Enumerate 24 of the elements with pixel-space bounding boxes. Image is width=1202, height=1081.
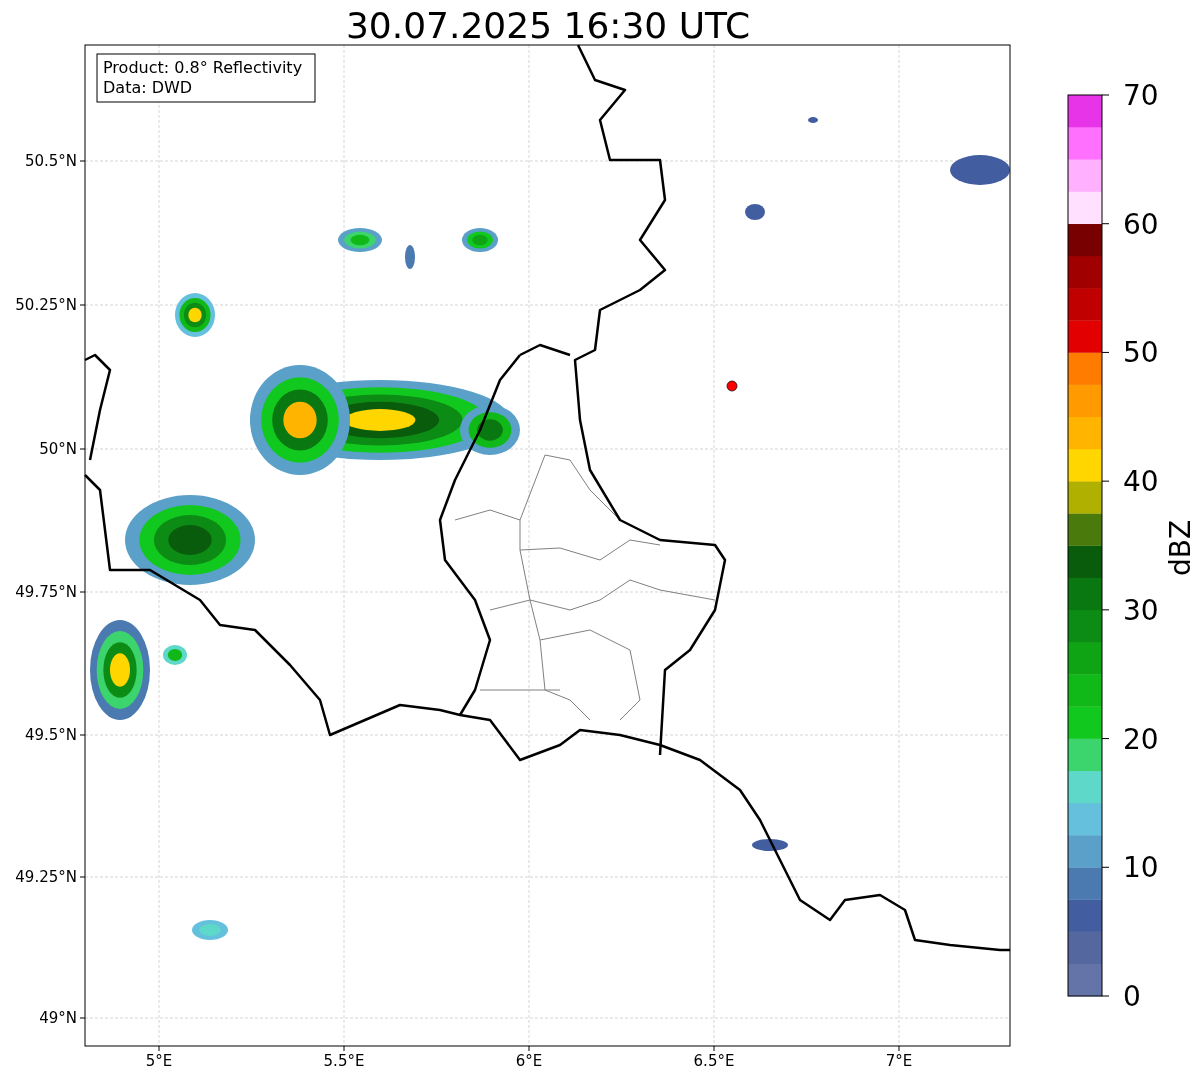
- colorbar-label: dBZ: [1164, 519, 1197, 577]
- colorbar-tick-label: 20: [1123, 722, 1159, 756]
- chart-title: 30.07.2025 16:30 UTC: [345, 5, 751, 46]
- axis-tick-label: 50°N: [39, 440, 77, 458]
- axis-tick-label: 49°N: [39, 1009, 77, 1027]
- axis-tick-label: 7°E: [885, 1052, 913, 1070]
- colorbar-tick-label: 40: [1123, 465, 1159, 499]
- colorbar-tick-label: 50: [1123, 336, 1159, 370]
- colorbar-tick-label: 10: [1123, 851, 1159, 885]
- axis-tick-label: 49.75°N: [15, 583, 77, 601]
- axis-tick-label: 49.5°N: [24, 726, 77, 744]
- axis-tick-label: 49.25°N: [15, 868, 77, 886]
- info-text: Product: 0.8° Reflectivity: [103, 58, 303, 77]
- colorbar-tick-label: 60: [1123, 207, 1159, 241]
- axis-tick-label: 5°E: [145, 1052, 173, 1070]
- axis-tick-label: 6°E: [515, 1052, 543, 1070]
- axis-tick-label: 6.5°E: [693, 1052, 735, 1070]
- colorbar-tick-label: 30: [1123, 593, 1159, 627]
- info-text: Data: DWD: [103, 78, 193, 97]
- axis-tick-label: 50.5°N: [24, 152, 77, 170]
- axis-tick-label: 5.5°E: [323, 1052, 365, 1070]
- axis-tick-label: 50.25°N: [15, 296, 77, 314]
- colorbar-tick-label: 70: [1123, 79, 1159, 112]
- colorbar-tick-label: 0: [1123, 980, 1141, 1013]
